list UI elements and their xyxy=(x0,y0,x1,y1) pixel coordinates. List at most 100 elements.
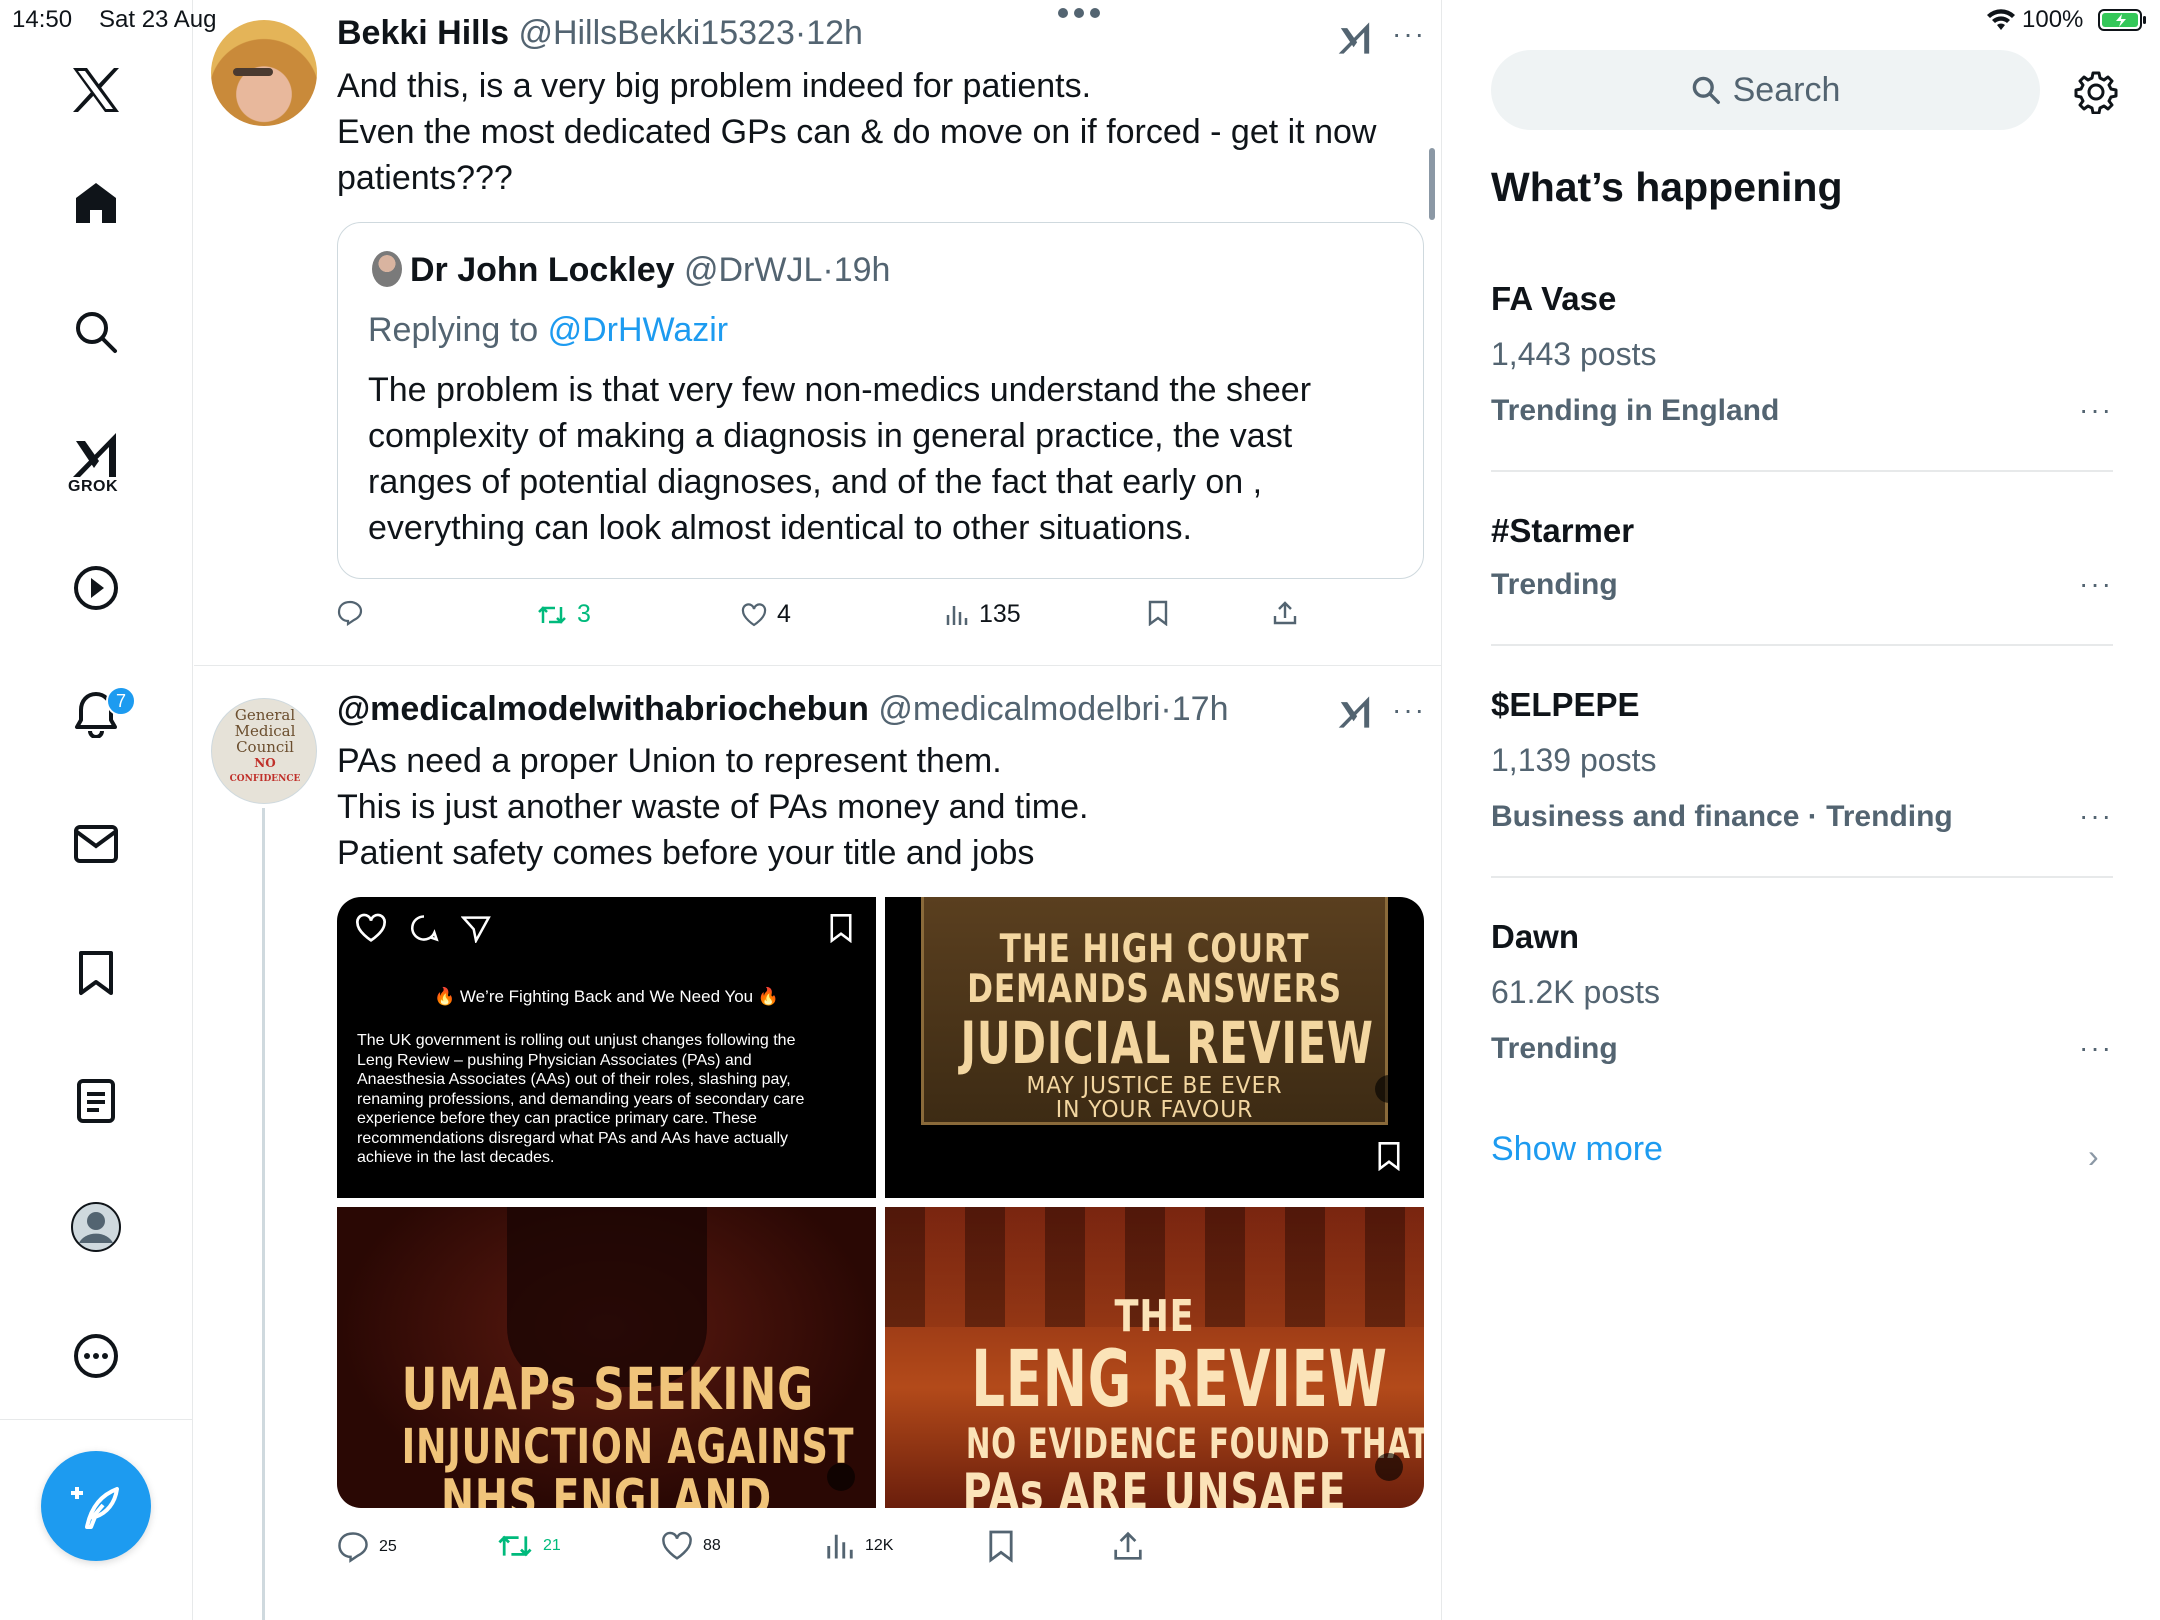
quote-header: Dr John Lockley @DrWJL·19h xyxy=(372,251,890,290)
tile-heading: 🔥 We’re Fighting Back and We Need You 🔥 xyxy=(433,987,780,1006)
explore-icon[interactable] xyxy=(66,302,126,362)
repost-count: 21 xyxy=(543,1537,561,1554)
mute-icon[interactable] xyxy=(827,1463,855,1491)
grok-icon[interactable] xyxy=(66,425,126,485)
like-button[interactable]: 4 xyxy=(741,600,791,629)
gear-icon[interactable] xyxy=(2074,70,2118,114)
bookmark-icon xyxy=(987,1529,1015,1563)
trend-meta: Trending xyxy=(1491,1032,1618,1065)
tweet-text: PAs need a proper Union to represent the… xyxy=(337,742,1089,872)
share-button[interactable] xyxy=(1112,1529,1144,1563)
media-tile[interactable]: THE HIGH COURT DEMANDS ANSWERS JUDICIAL … xyxy=(885,897,1424,1198)
trend-divider xyxy=(1491,470,2113,472)
status-date: Sat 23 Aug xyxy=(99,6,217,33)
trend-title: Dawn xyxy=(1491,918,1580,955)
wifi-icon xyxy=(1986,8,2016,32)
trend-item[interactable]: $ELPEPE 1,139 posts Business and finance… xyxy=(1491,686,2113,856)
like-icon xyxy=(741,602,767,627)
show-more-link[interactable]: Show more xyxy=(1491,1130,1663,1169)
compose-button[interactable] xyxy=(41,1451,151,1561)
section-heading: What’s happening xyxy=(1491,164,1843,210)
trend-title: FA Vase xyxy=(1491,280,1617,317)
reply-mention-link[interactable]: @DrHWazir xyxy=(548,311,729,349)
compose-icon xyxy=(71,1481,121,1531)
tweet-time[interactable]: 17h xyxy=(1172,690,1229,728)
media-tile[interactable]: 🔥 We’re Fighting Back and We Need You 🔥 … xyxy=(337,897,876,1198)
views-button[interactable]: 12K xyxy=(825,1531,893,1561)
tile-text: The UK government is rolling out unjust … xyxy=(357,1032,805,1166)
more-options-icon[interactable]: ··· xyxy=(2079,394,2113,426)
like-button[interactable]: 88 xyxy=(661,1531,721,1561)
video-icon[interactable] xyxy=(66,558,126,618)
mute-icon[interactable] xyxy=(1375,1453,1403,1481)
more-options-icon[interactable]: ··· xyxy=(2079,800,2113,832)
search-placeholder: Search xyxy=(1732,70,1841,109)
search-icon xyxy=(1691,75,1721,105)
reply-button[interactable]: 25 xyxy=(337,1531,397,1563)
more-options-icon[interactable]: ··· xyxy=(2079,568,2113,600)
views-icon xyxy=(825,1531,855,1561)
multitask-dots[interactable] xyxy=(1058,8,1100,18)
grok-label: GROK xyxy=(68,478,118,495)
bookmark-icon xyxy=(1376,1141,1402,1171)
grok-icon[interactable] xyxy=(1338,694,1372,730)
trend-item[interactable]: #Starmer Trending ··· xyxy=(1491,512,2113,622)
bookmark-icon xyxy=(828,913,854,943)
more-options-icon[interactable]: ··· xyxy=(2079,1032,2113,1064)
x-logo-icon[interactable] xyxy=(66,60,126,120)
reply-button[interactable] xyxy=(337,600,373,626)
more-options-icon[interactable]: ··· xyxy=(1392,694,1426,726)
status-time: 14:50 xyxy=(12,6,73,33)
bookmark-button[interactable] xyxy=(1147,600,1169,626)
profile-icon[interactable] xyxy=(66,1197,126,1257)
views-button[interactable]: 135 xyxy=(945,600,1021,629)
avatar[interactable]: General Medical Council NO CONFIDENCE xyxy=(211,698,317,804)
share-icon xyxy=(1272,600,1298,626)
quote-author-name: Dr John Lockley xyxy=(410,251,675,289)
trend-divider xyxy=(1491,644,2113,646)
quote-avatar xyxy=(372,251,402,287)
nav-divider xyxy=(0,1419,193,1420)
share-icon xyxy=(1112,1529,1144,1563)
repost-button[interactable]: 21 xyxy=(497,1531,561,1561)
tweet-divider xyxy=(194,665,1442,666)
reply-count: 25 xyxy=(379,1538,397,1555)
quote-author-handle: @DrWJL xyxy=(683,251,823,289)
like-count: 4 xyxy=(777,600,791,628)
quoted-tweet[interactable]: Dr John Lockley @DrWJL·19h Replying to @… xyxy=(337,222,1424,579)
like-icon xyxy=(661,1531,693,1561)
trend-meta: Trending in England xyxy=(1491,394,1780,427)
views-icon xyxy=(945,603,969,627)
media-grid[interactable]: 🔥 We’re Fighting Back and We Need You 🔥 … xyxy=(337,897,1424,1508)
media-tile[interactable]: UMAPs SEEKING INJUNCTION AGAINST NHS ENG… xyxy=(337,1207,876,1508)
quote-text: The problem is that very few non-medics … xyxy=(368,371,1312,547)
lists-icon[interactable] xyxy=(66,1071,126,1131)
home-icon[interactable] xyxy=(66,173,126,233)
bookmark-button[interactable] xyxy=(987,1529,1015,1563)
trend-posts: 1,139 posts xyxy=(1491,742,1657,778)
share-button[interactable] xyxy=(1272,600,1298,626)
repost-button[interactable]: 3 xyxy=(537,600,591,629)
trend-item[interactable]: Dawn 61.2K posts Trending ··· xyxy=(1491,918,2113,1088)
author-handle[interactable]: @medicalmodelbri xyxy=(878,690,1160,728)
messages-icon[interactable] xyxy=(66,814,126,874)
thread-line xyxy=(262,808,265,1620)
scrollbar[interactable] xyxy=(1429,148,1435,220)
chevron-right-icon: › xyxy=(2088,1138,2099,1174)
more-icon[interactable] xyxy=(66,1326,126,1386)
status-bar: 14:50 Sat 23 Aug 100% xyxy=(0,0,2160,40)
trend-title: $ELPEPE xyxy=(1491,686,1640,723)
mute-icon[interactable] xyxy=(1375,1075,1403,1103)
battery-percent: 100% xyxy=(2022,6,2084,33)
like-count: 88 xyxy=(703,1537,721,1554)
bookmark-icon xyxy=(1147,600,1169,626)
views-count: 135 xyxy=(979,600,1021,628)
bookmarks-icon[interactable] xyxy=(66,943,126,1003)
trend-title: #Starmer xyxy=(1491,512,1635,549)
trend-item[interactable]: FA Vase 1,443 posts Trending in England … xyxy=(1491,280,2113,450)
trend-posts: 61.2K posts xyxy=(1491,974,1660,1010)
search-input[interactable]: Search xyxy=(1491,50,2040,130)
media-tile[interactable]: THE LENG REVIEW NO EVIDENCE FOUND THAT P… xyxy=(885,1207,1424,1508)
author-name[interactable]: @medicalmodelwithabriochebun xyxy=(337,690,869,728)
notifications-badge: 7 xyxy=(106,686,136,716)
